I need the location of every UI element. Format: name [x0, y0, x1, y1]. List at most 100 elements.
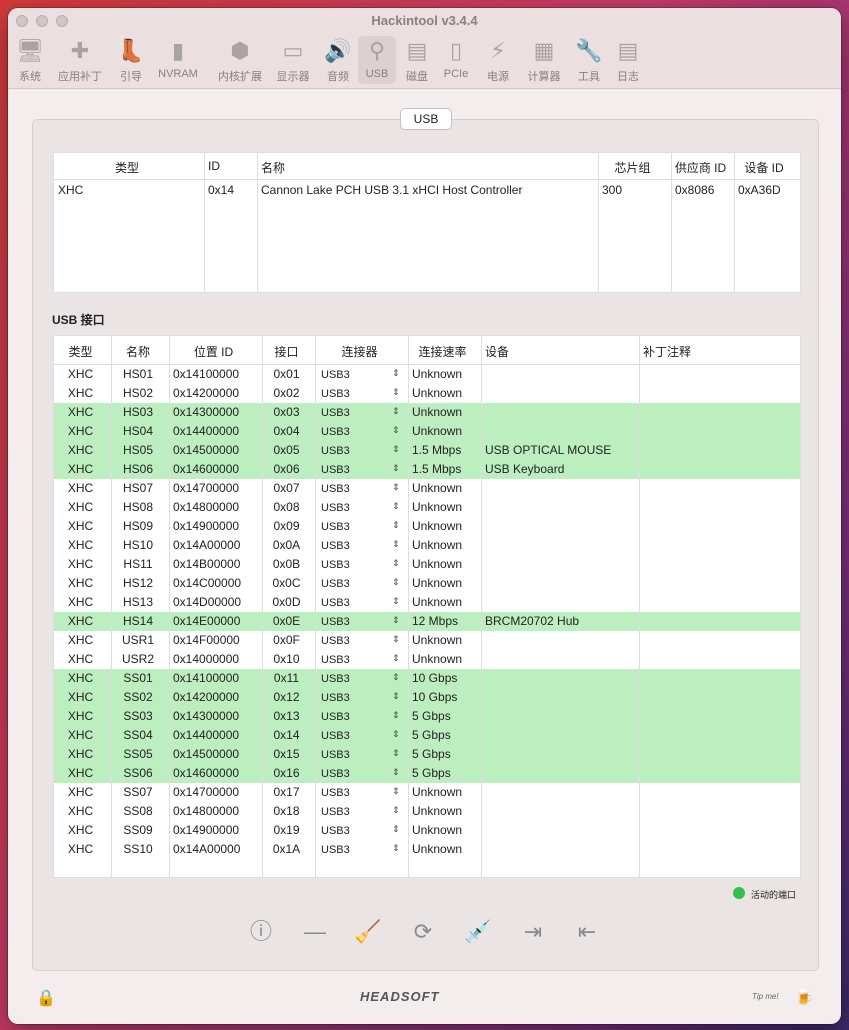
- port-row[interactable]: XHC HS13 0x14D00000 0x0D USB3 ⇕ Unknown: [54, 593, 800, 612]
- chevron-updown-icon[interactable]: ⇕: [392, 482, 400, 493]
- chevron-updown-icon[interactable]: ⇕: [392, 501, 400, 512]
- chevron-updown-icon[interactable]: ⇕: [392, 824, 400, 835]
- chevron-updown-icon[interactable]: ⇕: [392, 729, 400, 740]
- port-row[interactable]: XHC HS02 0x14200000 0x02 USB3 ⇕ Unknown: [54, 384, 800, 403]
- port-row[interactable]: XHC SS02 0x14200000 0x12 USB3 ⇕ 10 Gbps: [54, 688, 800, 707]
- connector-select[interactable]: USB3: [321, 540, 381, 552]
- chevron-updown-icon[interactable]: ⇕: [392, 539, 400, 550]
- connector-select[interactable]: USB3: [321, 768, 381, 780]
- toolbar-item-pcie[interactable]: ▯ PCIe: [438, 36, 474, 84]
- column-header[interactable]: 类型: [54, 343, 107, 360]
- connector-select[interactable]: USB3: [321, 787, 381, 799]
- connector-select[interactable]: USB3: [321, 502, 381, 514]
- chevron-updown-icon[interactable]: ⇕: [392, 558, 400, 569]
- chevron-updown-icon[interactable]: ⇕: [392, 444, 400, 455]
- chevron-updown-icon[interactable]: ⇕: [392, 786, 400, 797]
- connector-select[interactable]: USB3: [321, 749, 381, 761]
- port-row[interactable]: XHC HS12 0x14C00000 0x0C USB3 ⇕ Unknown: [54, 574, 800, 593]
- port-row[interactable]: XHC SS01 0x14100000 0x11 USB3 ⇕ 10 Gbps: [54, 669, 800, 688]
- column-header[interactable]: 名称: [111, 343, 165, 360]
- toolbar-item-boot[interactable]: 👢 引导: [112, 36, 150, 84]
- controller-row[interactable]: XHC 0x14 Cannon Lake PCH USB 3.1 xHCI Host…: [54, 183, 800, 202]
- port-row[interactable]: XHC HS01 0x14100000 0x01 USB3 ⇕ Unknown: [54, 365, 800, 384]
- chevron-updown-icon[interactable]: ⇕: [392, 520, 400, 531]
- column-header[interactable]: 连接器: [315, 343, 404, 360]
- chevron-updown-icon[interactable]: ⇕: [392, 672, 400, 683]
- toolbar-item-usb[interactable]: ⚲ USB: [358, 36, 396, 84]
- port-row[interactable]: XHC USR1 0x14F00000 0x0F USB3 ⇕ Unknown: [54, 631, 800, 650]
- column-header[interactable]: 接口: [262, 343, 311, 360]
- chevron-updown-icon[interactable]: ⇕: [392, 596, 400, 607]
- chevron-updown-icon[interactable]: ⇕: [392, 406, 400, 417]
- connector-select[interactable]: USB3: [321, 597, 381, 609]
- connector-select[interactable]: USB3: [321, 673, 381, 685]
- port-row[interactable]: XHC SS03 0x14300000 0x13 USB3 ⇕ 5 Gbps: [54, 707, 800, 726]
- chevron-updown-icon[interactable]: ⇕: [392, 615, 400, 626]
- import-button[interactable]: ⇥: [516, 915, 550, 949]
- port-row[interactable]: XHC SS04 0x14400000 0x14 USB3 ⇕ 5 Gbps: [54, 726, 800, 745]
- beer-icon[interactable]: 🍺: [794, 987, 814, 1007]
- column-header[interactable]: 补丁注释: [643, 343, 800, 360]
- connector-select[interactable]: USB3: [321, 825, 381, 837]
- toolbar-item-log[interactable]: ▤ 日志: [608, 36, 648, 84]
- headsoft-logo[interactable]: HEADSOFT: [360, 989, 440, 1004]
- connector-select[interactable]: USB3: [321, 692, 381, 704]
- connector-select[interactable]: USB3: [321, 844, 381, 856]
- lock-icon[interactable]: 🔒: [36, 988, 56, 1008]
- connector-select[interactable]: USB3: [321, 521, 381, 533]
- chevron-updown-icon[interactable]: ⇕: [392, 634, 400, 645]
- injector-button[interactable]: 💉: [461, 915, 495, 949]
- connector-select[interactable]: USB3: [321, 407, 381, 419]
- minus-button[interactable]: —: [298, 915, 332, 949]
- column-header[interactable]: ID: [208, 159, 257, 173]
- toolbar-item-power[interactable]: ⚡ 电源: [480, 36, 516, 84]
- port-row[interactable]: XHC HS10 0x14A00000 0x0A USB3 ⇕ Unknown: [54, 536, 800, 555]
- connector-select[interactable]: USB3: [321, 654, 381, 666]
- chevron-updown-icon[interactable]: ⇕: [392, 710, 400, 721]
- info-button[interactable]: ⓘ: [244, 915, 278, 949]
- refresh-button[interactable]: ⟳: [406, 915, 440, 949]
- toolbar-item-wrench[interactable]: 🔧 工具: [570, 36, 608, 84]
- toolbar-item-bandage[interactable]: ✚ 应用补丁: [54, 36, 106, 84]
- column-header[interactable]: 设备: [485, 343, 639, 360]
- connector-select[interactable]: USB3: [321, 464, 381, 476]
- port-row[interactable]: XHC HS06 0x14600000 0x06 USB3 ⇕ 1.5 Mbps USB Ke…: [54, 460, 800, 479]
- chevron-updown-icon[interactable]: ⇕: [392, 767, 400, 778]
- port-row[interactable]: XHC HS08 0x14800000 0x08 USB3 ⇕ Unknown: [54, 498, 800, 517]
- connector-select[interactable]: USB3: [321, 616, 381, 628]
- chevron-updown-icon[interactable]: ⇕: [392, 653, 400, 664]
- connector-select[interactable]: USB3: [321, 806, 381, 818]
- connector-select[interactable]: USB3: [321, 559, 381, 571]
- chevron-updown-icon[interactable]: ⇕: [392, 748, 400, 759]
- toolbar-item-calculator[interactable]: ▦ 计算器: [522, 36, 566, 84]
- port-row[interactable]: XHC SS05 0x14500000 0x15 USB3 ⇕ 5 Gbps: [54, 745, 800, 764]
- toolbar-item-system[interactable]: 🖥 系统: [16, 36, 44, 84]
- column-header[interactable]: 类型: [54, 159, 200, 176]
- tip-me-label[interactable]: Tip me!: [752, 992, 779, 1001]
- chevron-updown-icon[interactable]: ⇕: [392, 691, 400, 702]
- port-row[interactable]: XHC HS05 0x14500000 0x05 USB3 ⇕ 1.5 Mbps USB O…: [54, 441, 800, 460]
- export-button[interactable]: ⇤: [570, 915, 604, 949]
- chevron-updown-icon[interactable]: ⇕: [392, 387, 400, 398]
- port-row[interactable]: XHC SS07 0x14700000 0x17 USB3 ⇕ Unknown: [54, 783, 800, 802]
- connector-select[interactable]: USB3: [321, 635, 381, 647]
- chevron-updown-icon[interactable]: ⇕: [392, 805, 400, 816]
- broom-button[interactable]: 🧹: [351, 915, 385, 949]
- port-row[interactable]: XHC HS14 0x14E00000 0x0E USB3 ⇕ 12 Mbps BRCM207…: [54, 612, 800, 631]
- tab-usb[interactable]: USB: [400, 108, 452, 130]
- connector-select[interactable]: USB3: [321, 730, 381, 742]
- column-header[interactable]: 位置 ID: [169, 343, 258, 360]
- connector-select[interactable]: USB3: [321, 483, 381, 495]
- port-row[interactable]: XHC HS03 0x14300000 0x03 USB3 ⇕ Unknown: [54, 403, 800, 422]
- connector-select[interactable]: USB3: [321, 388, 381, 400]
- connector-select[interactable]: USB3: [321, 578, 381, 590]
- port-row[interactable]: XHC HS11 0x14B00000 0x0B USB3 ⇕ Unknown: [54, 555, 800, 574]
- connector-select[interactable]: USB3: [321, 426, 381, 438]
- column-header[interactable]: 连接速率: [408, 343, 477, 360]
- port-row[interactable]: XHC SS09 0x14900000 0x19 USB3 ⇕ Unknown: [54, 821, 800, 840]
- column-header[interactable]: 名称: [261, 159, 598, 176]
- chevron-updown-icon[interactable]: ⇕: [392, 425, 400, 436]
- column-header[interactable]: 芯片组: [598, 159, 667, 176]
- port-row[interactable]: XHC SS10 0x14A00000 0x1A USB3 ⇕ Unknown: [54, 840, 800, 859]
- toolbar-item-speaker[interactable]: 🔊 音频: [322, 36, 354, 84]
